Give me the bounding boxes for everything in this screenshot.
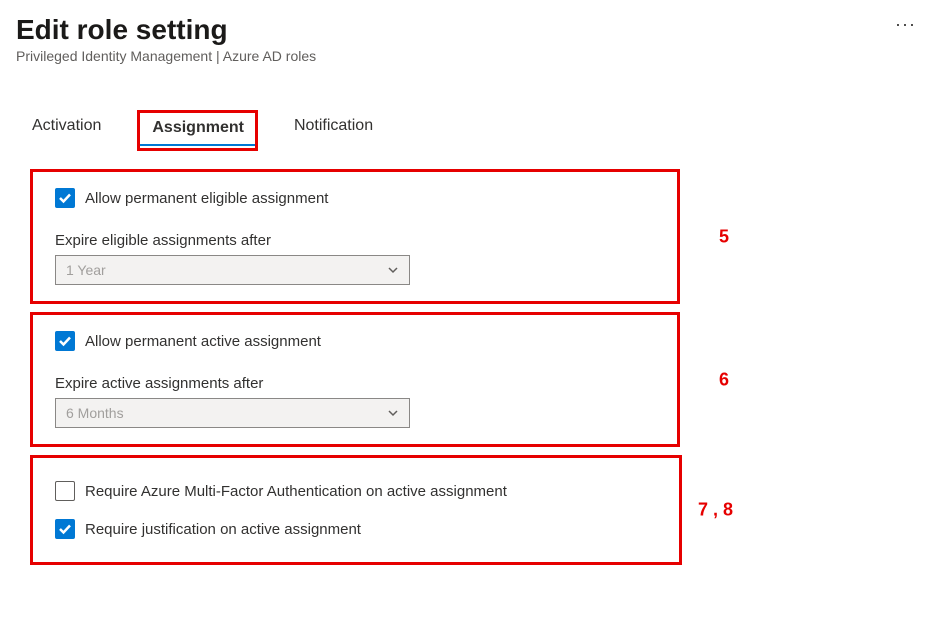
checkbox-allow-permanent-eligible[interactable]: [55, 188, 75, 208]
dropdown-expire-eligible[interactable]: 1 Year: [55, 255, 410, 285]
label-require-mfa: Require Azure Multi-Factor Authenticatio…: [85, 483, 507, 500]
label-allow-permanent-eligible: Allow permanent eligible assignment: [85, 190, 328, 207]
tab-assignment[interactable]: Assignment: [137, 110, 258, 151]
checkbox-require-justification[interactable]: [55, 519, 75, 539]
annotation-7-8: 7 , 8: [698, 500, 733, 521]
label-allow-permanent-active: Allow permanent active assignment: [85, 333, 321, 350]
label-expire-eligible: Expire eligible assignments after: [55, 232, 655, 249]
chevron-down-icon: [387, 407, 399, 419]
breadcrumb: Privileged Identity Management | Azure A…: [16, 48, 316, 64]
annotation-6: 6: [719, 369, 729, 390]
label-require-justification: Require justification on active assignme…: [85, 521, 361, 538]
tab-activation[interactable]: Activation: [26, 110, 107, 151]
dropdown-expire-eligible-value: 1 Year: [66, 262, 106, 278]
tabs: Activation Assignment Notification: [26, 110, 920, 151]
checkbox-require-mfa[interactable]: [55, 481, 75, 501]
dropdown-expire-active-value: 6 Months: [66, 405, 124, 421]
label-expire-active: Expire active assignments after: [55, 375, 655, 392]
section-active-assignment: 6 Allow permanent active assignment Expi…: [30, 312, 680, 447]
more-icon[interactable]: ···: [895, 14, 920, 35]
page-title: Edit role setting: [16, 14, 316, 46]
section-require-on-active: 7 , 8 Require Azure Multi-Factor Authent…: [30, 455, 682, 565]
check-icon: [59, 523, 71, 535]
dropdown-expire-active[interactable]: 6 Months: [55, 398, 410, 428]
check-icon: [59, 192, 71, 204]
section-eligible-assignment: 5 Allow permanent eligible assignment Ex…: [30, 169, 680, 304]
annotation-5: 5: [719, 226, 729, 247]
checkbox-allow-permanent-active[interactable]: [55, 331, 75, 351]
chevron-down-icon: [387, 264, 399, 276]
check-icon: [59, 335, 71, 347]
tab-notification[interactable]: Notification: [288, 110, 379, 151]
